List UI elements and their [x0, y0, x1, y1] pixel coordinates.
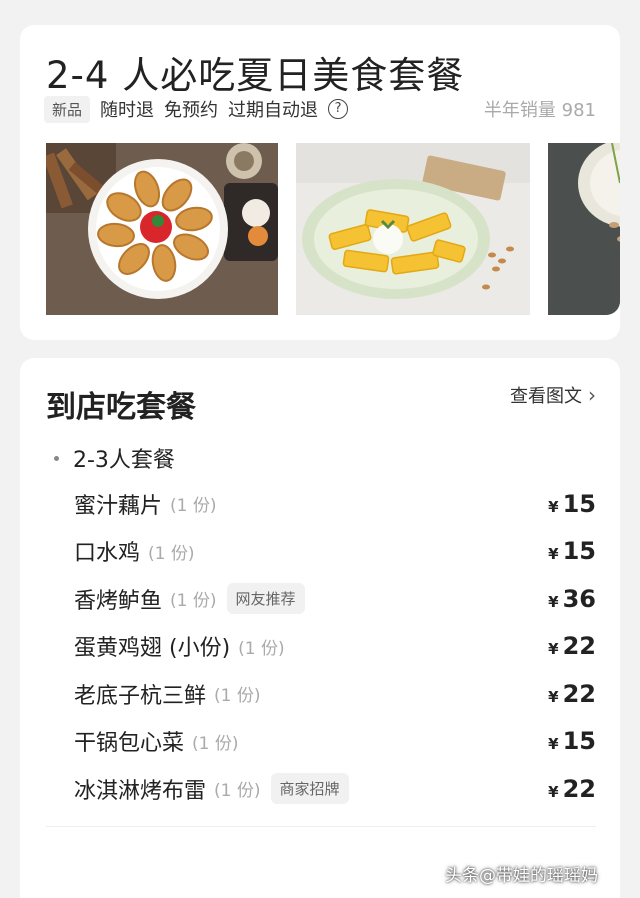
- package-group-title: 2-3人套餐: [54, 442, 175, 474]
- menu-item-price: ¥22: [548, 680, 596, 708]
- menu-item-qty: (1 份): [238, 638, 285, 659]
- menu-item: 口水鸡 (1 份) ¥15: [74, 528, 596, 576]
- menu-item: 冰淇淋烤布雷 (1 份) 商家招牌 ¥22: [74, 765, 596, 813]
- menu-item-name: 干锅包心菜: [74, 731, 185, 757]
- tag-auto-refund: 过期自动退: [228, 100, 319, 121]
- menu-item-price: ¥15: [548, 537, 596, 565]
- package-group-label: 2-3人套餐: [73, 448, 175, 473]
- view-details-label: 查看图文: [510, 386, 582, 407]
- menu-section-title: 到店吃套餐: [46, 390, 196, 425]
- menu-item-tag: 商家招牌: [270, 773, 349, 805]
- product-title: 2-4 人必吃夏日美食套餐: [46, 54, 465, 97]
- menu-item: 老底子杭三鲜 (1 份) ¥22: [74, 670, 596, 718]
- product-card: 2-4 人必吃夏日美食套餐 新品 随时退 免预约 过期自动退 ? 半年销量 98…: [20, 25, 620, 340]
- menu-item-name: 老底子杭三鲜: [74, 683, 207, 709]
- currency-symbol: ¥: [548, 545, 559, 564]
- menu-item: 蜜汁藕片 (1 份) ¥15: [74, 480, 596, 528]
- sales-count: 半年销量 981: [483, 100, 596, 121]
- menu-item-qty: (1 份): [214, 781, 261, 802]
- price-value: 22: [562, 632, 596, 661]
- price-value: 22: [562, 774, 596, 803]
- price-value: 22: [562, 679, 596, 708]
- bullet-dot: [54, 455, 59, 461]
- currency-symbol: ¥: [548, 687, 559, 706]
- watermark: 头条@带娃的瑶瑶妈: [445, 866, 598, 886]
- currency-symbol: ¥: [548, 592, 559, 611]
- currency-symbol: ¥: [548, 497, 559, 516]
- new-badge: 新品: [44, 95, 91, 123]
- tag-refund-anytime: 随时退: [100, 100, 155, 121]
- menu-item-price: ¥22: [548, 775, 596, 803]
- menu-item-name: 冰淇淋烤布雷: [74, 778, 207, 804]
- menu-item: 蛋黄鸡翅 (小份) (1 份) ¥22: [74, 623, 596, 671]
- product-tags-row: 新品 随时退 免预约 过期自动退 ? 半年销量 981: [44, 95, 596, 123]
- menu-item-name: 蜜汁藕片: [74, 493, 163, 519]
- menu-item-qty: (1 份): [214, 686, 261, 707]
- menu-item-name: 蛋黄鸡翅 (小份): [74, 636, 231, 662]
- fried-chicken-wings-photo[interactable]: [46, 143, 278, 315]
- price-value: 15: [562, 537, 596, 566]
- menu-item-list: 蜜汁藕片 (1 份) ¥15 口水鸡 (1 份) ¥15 香烤鲈鱼 (1 份) 网友推荐 ¥36 蛋…: [74, 480, 596, 813]
- photo-gallery[interactable]: [46, 143, 620, 315]
- currency-symbol: ¥: [548, 735, 559, 754]
- side-dish-photo[interactable]: [548, 143, 620, 315]
- menu-item: 干锅包心菜 (1 份) ¥15: [74, 718, 596, 766]
- menu-item-qty: (1 份): [170, 591, 217, 612]
- menu-item-price: ¥15: [548, 727, 596, 755]
- price-value: 36: [562, 584, 596, 613]
- price-value: 15: [562, 489, 596, 518]
- currency-symbol: ¥: [548, 782, 559, 801]
- tag-no-reservation: 免预约: [164, 100, 219, 121]
- menu-item-tag: 网友推荐: [226, 583, 305, 615]
- divider: [46, 826, 596, 827]
- menu-card: 到店吃套餐 查看图文 › 2-3人套餐 蜜汁藕片 (1 份) ¥15 口水鸡 (1 份)…: [20, 358, 620, 898]
- chevron-right-icon: ›: [588, 383, 596, 407]
- menu-item-qty: (1 份): [192, 733, 239, 754]
- price-value: 15: [562, 727, 596, 756]
- currency-symbol: ¥: [548, 640, 559, 659]
- help-icon[interactable]: ?: [328, 99, 349, 119]
- menu-item-price: ¥36: [548, 585, 596, 613]
- menu-item-qty: (1 份): [170, 496, 217, 517]
- view-details-link[interactable]: 查看图文 ›: [510, 382, 596, 408]
- mango-dessert-photo[interactable]: [296, 143, 530, 315]
- menu-item: 香烤鲈鱼 (1 份) 网友推荐 ¥36: [74, 575, 596, 623]
- menu-item-name: 口水鸡: [74, 541, 141, 567]
- menu-item-price: ¥22: [548, 632, 596, 660]
- menu-item-name: 香烤鲈鱼: [74, 588, 163, 614]
- menu-item-qty: (1 份): [148, 543, 195, 564]
- menu-item-price: ¥15: [548, 490, 596, 518]
